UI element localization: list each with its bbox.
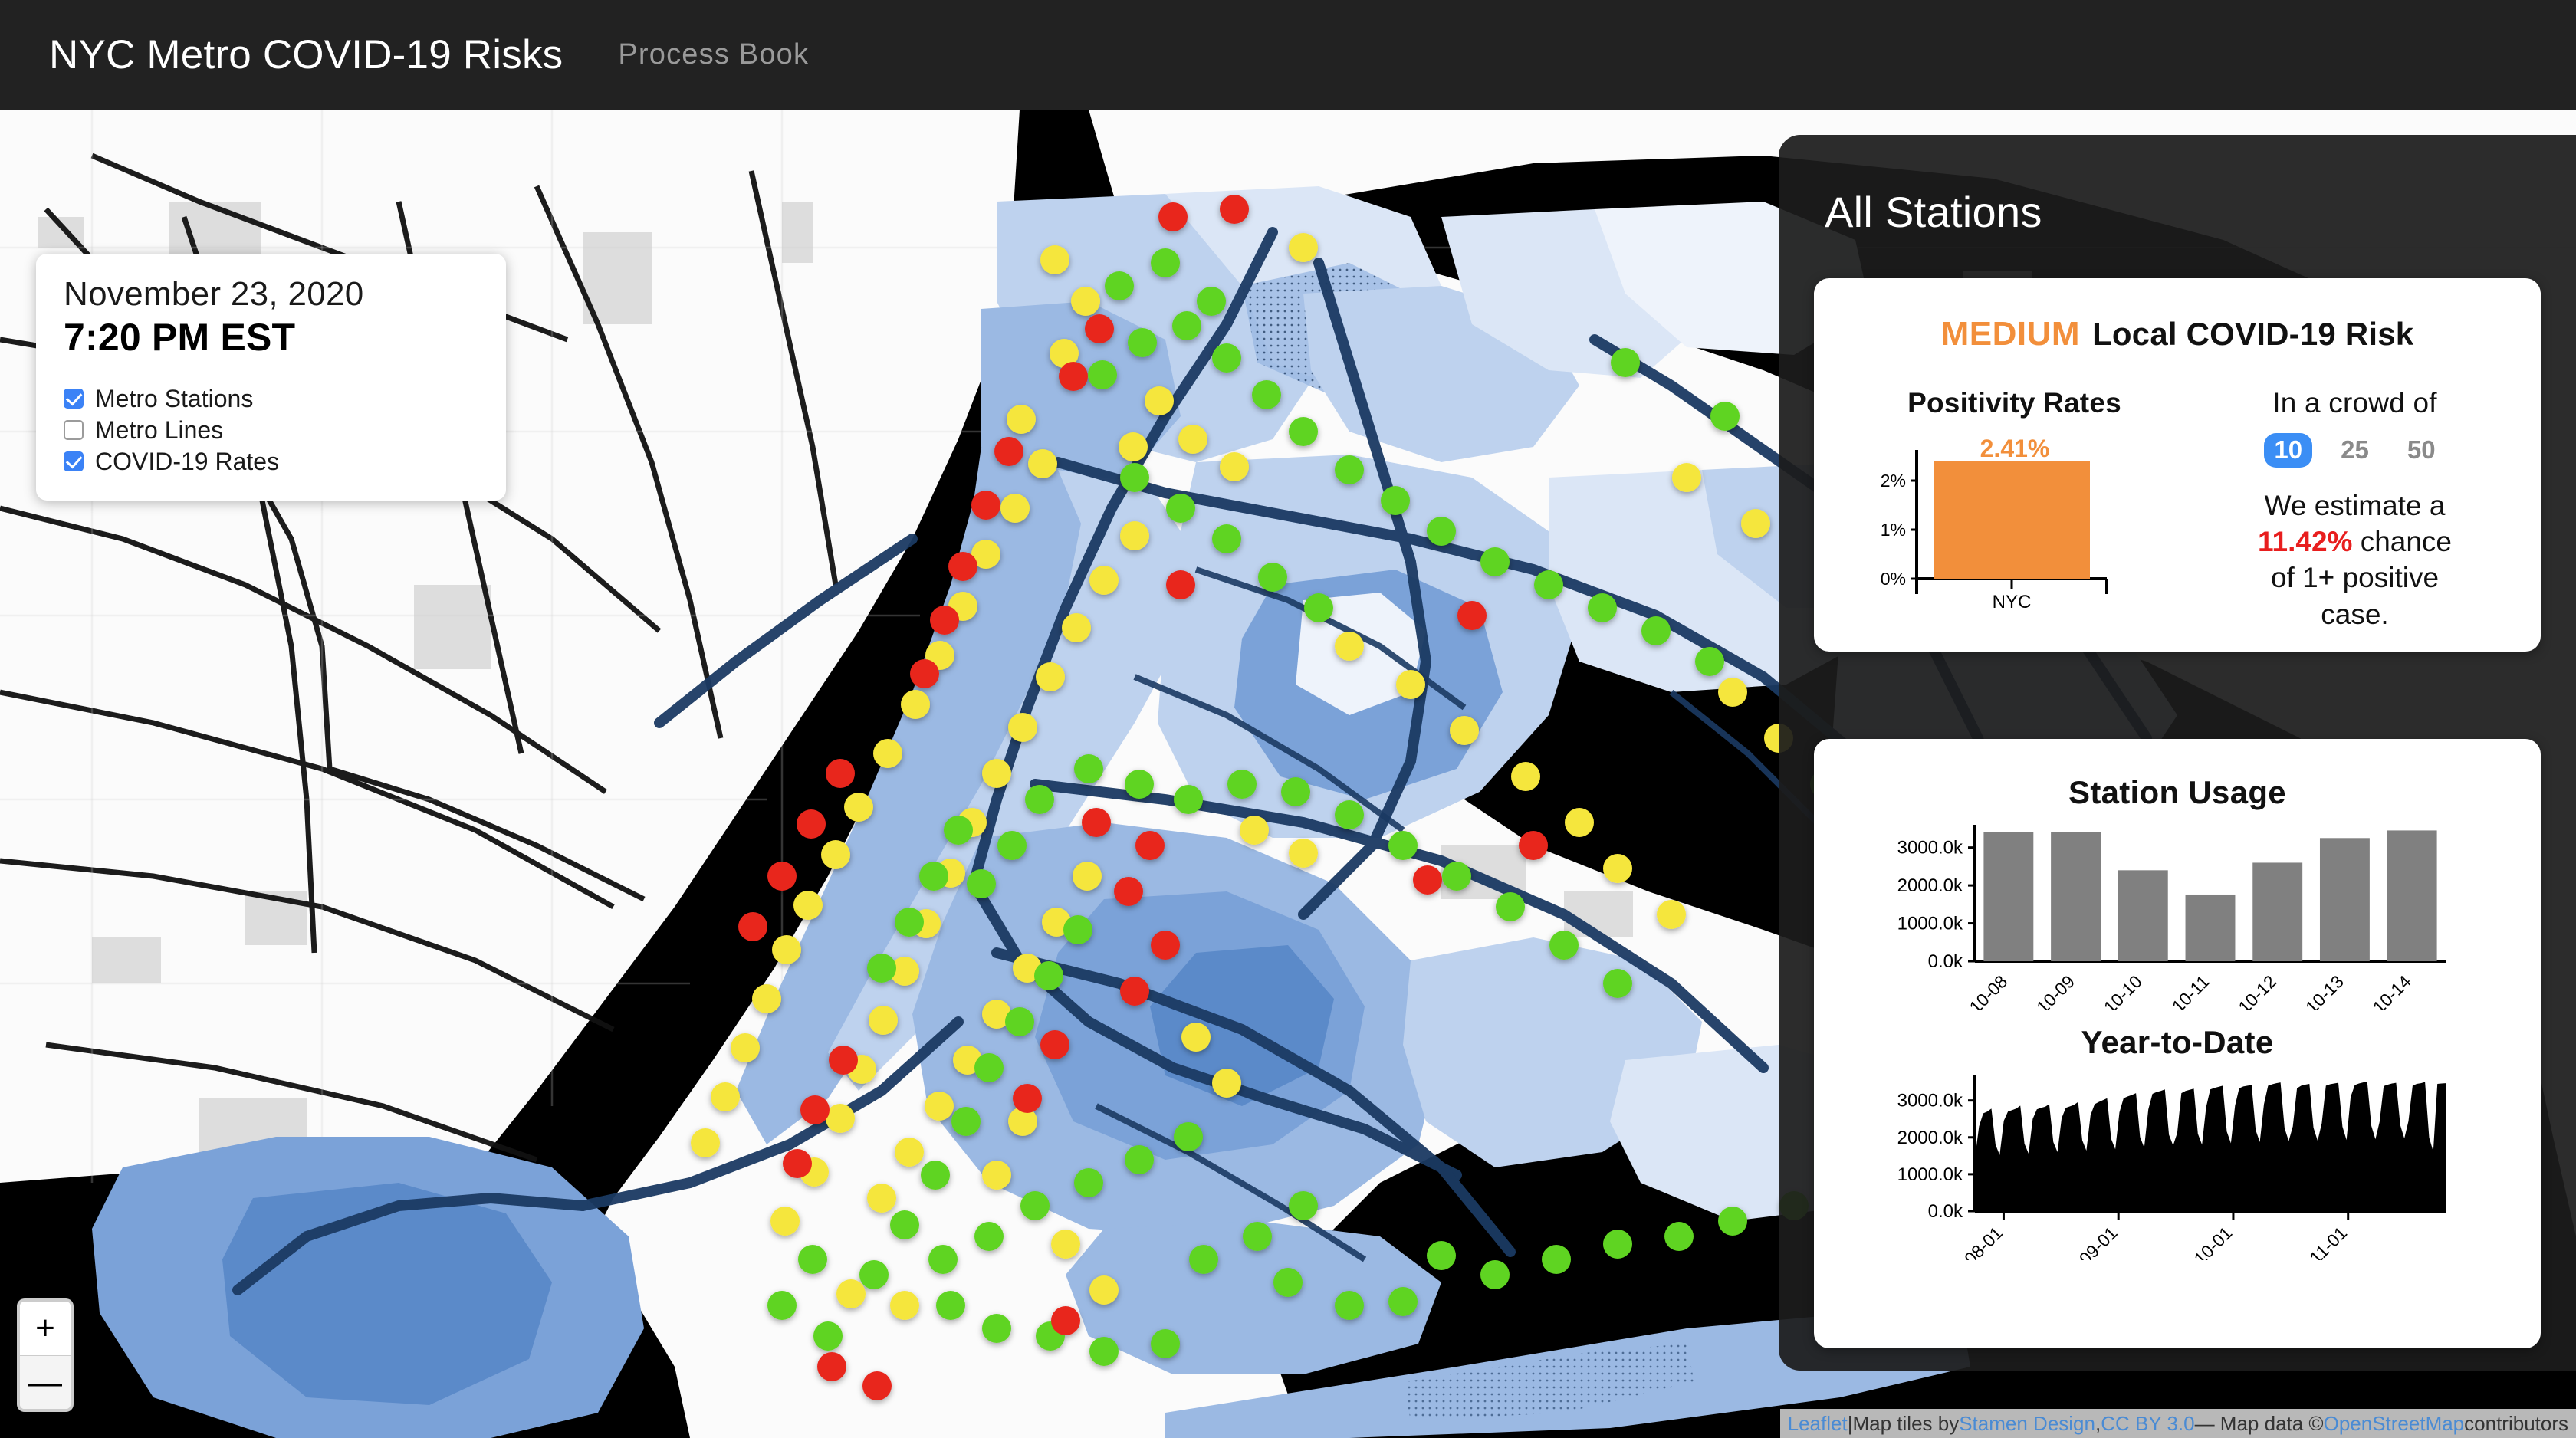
- app-root: NYC Metro COVID-19 Risks Process Book No…: [0, 0, 2576, 1438]
- crowd-option-25[interactable]: 25: [2331, 433, 2379, 468]
- crowd-option-10[interactable]: 10: [2264, 433, 2313, 468]
- layer-toggle-covid-rates[interactable]: COVID-19 Rates: [64, 446, 478, 478]
- positivity-chart-svg: 0% 1% 2% NYC: [1881, 450, 2108, 612]
- usage-bar-10-08: [1983, 832, 2034, 961]
- checkbox-metro-lines[interactable]: [64, 420, 84, 441]
- usage-xtick-10-10: 10-10: [2100, 971, 2146, 1010]
- page-title: NYC Metro COVID-19 Risks: [49, 32, 564, 77]
- estimate-suffix-3: case.: [2321, 598, 2389, 630]
- positivity-bar-nyc: [1934, 461, 2090, 579]
- positivity-section: Positivity Rates 2.41% 0% 1% 2% NYC: [1840, 387, 2189, 632]
- positivity-rates-chart: 2.41% 0% 1% 2% NYC: [1840, 435, 2177, 612]
- station-usage-chart: 0.0k 1000.0k 2000.0k 3000.0k 10-08 10-09 10-10…: [1832, 811, 2522, 1010]
- usage-bar-10-09: [2051, 832, 2101, 961]
- risk-heading-text: Local COVID-19 Risk: [2092, 316, 2414, 352]
- crowd-option-50[interactable]: 50: [2397, 433, 2446, 468]
- year-to-date-svg: 0.0k 1000.0k 2000.0k 3000.0k 08-01 09-01 10-01…: [1898, 1075, 2446, 1260]
- layer-label-metro-stations: Metro Stations: [95, 384, 254, 412]
- crowd-estimate-section: In a crowd of 10 25 50 We estimate a 11.…: [2189, 387, 2515, 632]
- attribution-license-link[interactable]: CC BY 3.0: [2101, 1412, 2194, 1436]
- usage-xtick-10-12: 10-12: [2234, 971, 2280, 1010]
- station-usage-svg: 0.0k 1000.0k 2000.0k 3000.0k 10-08 10-09 10-10…: [1898, 825, 2446, 1010]
- risk-level-badge: MEDIUM: [1940, 315, 2081, 353]
- station-usage-card: Station Usage 0.0k 1000.0k 2000.0k 3000.0k 1…: [1814, 739, 2541, 1348]
- layer-toggle-list: Metro Stations Metro Lines COVID-19 Rate…: [64, 383, 478, 478]
- positivity-ytick-0: 0%: [1881, 569, 1906, 589]
- usage-bar-10-12: [2252, 862, 2303, 961]
- legend-date: November 23, 2020: [64, 275, 364, 313]
- checkbox-metro-stations[interactable]: [64, 389, 84, 409]
- usage-xtick-10-11: 10-11: [2168, 971, 2213, 1010]
- attribution-stamen-link[interactable]: Stamen Design: [1959, 1412, 2095, 1436]
- map-legend-card: November 23, 2020 7:20 PM EST Metro Stat…: [36, 254, 506, 501]
- crowd-size-selector[interactable]: 10 25 50: [2195, 433, 2515, 468]
- layer-label-covid-rates: COVID-19 Rates: [95, 447, 280, 475]
- ytd-area-path: [1975, 1082, 2446, 1211]
- local-risk-card: MEDIUM Local COVID-19 Risk Positivity Ra…: [1814, 278, 2541, 652]
- legend-time: 7:20 PM EST: [64, 316, 296, 360]
- ytd-xtick-11-01: 11-01: [2305, 1223, 2351, 1260]
- usage-bar-10-13: [2319, 838, 2370, 961]
- zoom-out-button[interactable]: —: [20, 1355, 71, 1409]
- positivity-heading: Positivity Rates: [1907, 387, 2121, 419]
- attribution-mapdata: — Map data ©: [2194, 1411, 2324, 1435]
- positivity-xtick-nyc: NYC: [1993, 592, 2032, 612]
- estimate-suffix-2: of 1+ positive: [2270, 562, 2440, 594]
- usage-ytick-0: 0.0k: [1928, 951, 1963, 972]
- layer-toggle-metro-lines[interactable]: Metro Lines: [64, 415, 478, 446]
- usage-ytick-1: 1000.0k: [1898, 914, 1963, 934]
- nav-link-process-book[interactable]: Process Book: [618, 38, 809, 71]
- risk-estimate-sentence: We estimate a 11.42% chance of 1+ positi…: [2195, 488, 2515, 632]
- usage-ytick-3: 3000.0k: [1898, 838, 1963, 859]
- usage-xtick-10-14: 10-14: [2369, 971, 2415, 1010]
- layer-label-metro-lines: Metro Lines: [95, 415, 224, 444]
- usage-xtick-10-13: 10-13: [2302, 971, 2348, 1010]
- usage-bar-10-11: [2185, 894, 2236, 961]
- crowd-heading: In a crowd of: [2272, 387, 2437, 419]
- checkbox-covid-rates[interactable]: [64, 451, 84, 472]
- attribution-sep: |: [1847, 1411, 1853, 1435]
- sidebar-title: All Stations: [1825, 188, 2042, 236]
- ytd-ytick-3: 3000.0k: [1898, 1091, 1963, 1111]
- year-to-date-chart: 0.0k 1000.0k 2000.0k 3000.0k 08-01 09-01 10-01…: [1832, 1061, 2522, 1260]
- ytd-ytick-2: 2000.0k: [1898, 1128, 1963, 1148]
- attribution-leaflet-link[interactable]: Leaflet: [1788, 1412, 1848, 1436]
- estimate-value: 11.42%: [2257, 526, 2353, 557]
- attribution-comma: ,: [2095, 1411, 2101, 1435]
- ytd-xtick-08-01: 08-01: [1960, 1223, 2006, 1260]
- risk-card-body: Positivity Rates 2.41% 0% 1% 2% NYC In a…: [1840, 387, 2515, 632]
- risk-heading-row: MEDIUM Local COVID-19 Risk: [1840, 315, 2515, 353]
- usage-xtick-10-09: 10-09: [2032, 971, 2078, 1010]
- zoom-in-button[interactable]: +: [20, 1302, 71, 1355]
- estimate-suffix-1: chance: [2360, 526, 2453, 557]
- usage-bar-10-10: [2118, 870, 2168, 961]
- ytd-xtick-10-01: 10-01: [2190, 1223, 2236, 1260]
- year-to-date-title: Year-to-Date: [2081, 1024, 2274, 1060]
- estimate-prefix: We estimate a: [2264, 489, 2446, 521]
- positivity-ytick-2: 2%: [1881, 471, 1906, 491]
- station-usage-title: Station Usage: [2068, 774, 2286, 810]
- ytd-xtick-09-01: 09-01: [2075, 1223, 2121, 1260]
- usage-bar-10-14: [2387, 830, 2437, 961]
- map-zoom-control[interactable]: + —: [17, 1298, 74, 1412]
- layer-toggle-metro-stations[interactable]: Metro Stations: [64, 383, 478, 415]
- ytd-ytick-0: 0.0k: [1928, 1201, 1963, 1222]
- app-header: NYC Metro COVID-19 Risks Process Book: [0, 0, 2576, 110]
- positivity-ytick-1: 1%: [1881, 520, 1906, 540]
- attribution-osm-link[interactable]: OpenStreetMap: [2324, 1412, 2465, 1436]
- stations-sidebar: All Stations MEDIUM Local COVID-19 Risk …: [1779, 135, 2576, 1371]
- usage-xtick-10-08: 10-08: [1965, 971, 2011, 1010]
- attribution-tiles-by: Map tiles by: [1852, 1411, 1960, 1435]
- usage-ytick-2: 2000.0k: [1898, 875, 1963, 896]
- attribution-contributors: contributors: [2464, 1411, 2568, 1435]
- map-attribution: Leaflet | Map tiles by Stamen Design , C…: [1779, 1409, 2576, 1438]
- ytd-ytick-1: 1000.0k: [1898, 1164, 1963, 1185]
